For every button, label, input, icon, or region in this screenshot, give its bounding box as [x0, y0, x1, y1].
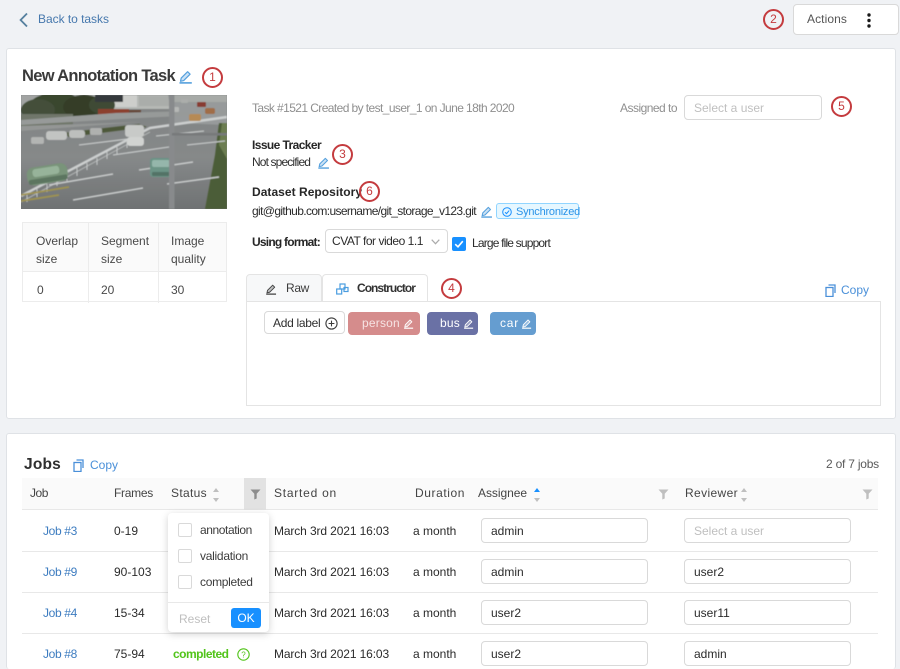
- svg-text:?: ?: [241, 650, 246, 659]
